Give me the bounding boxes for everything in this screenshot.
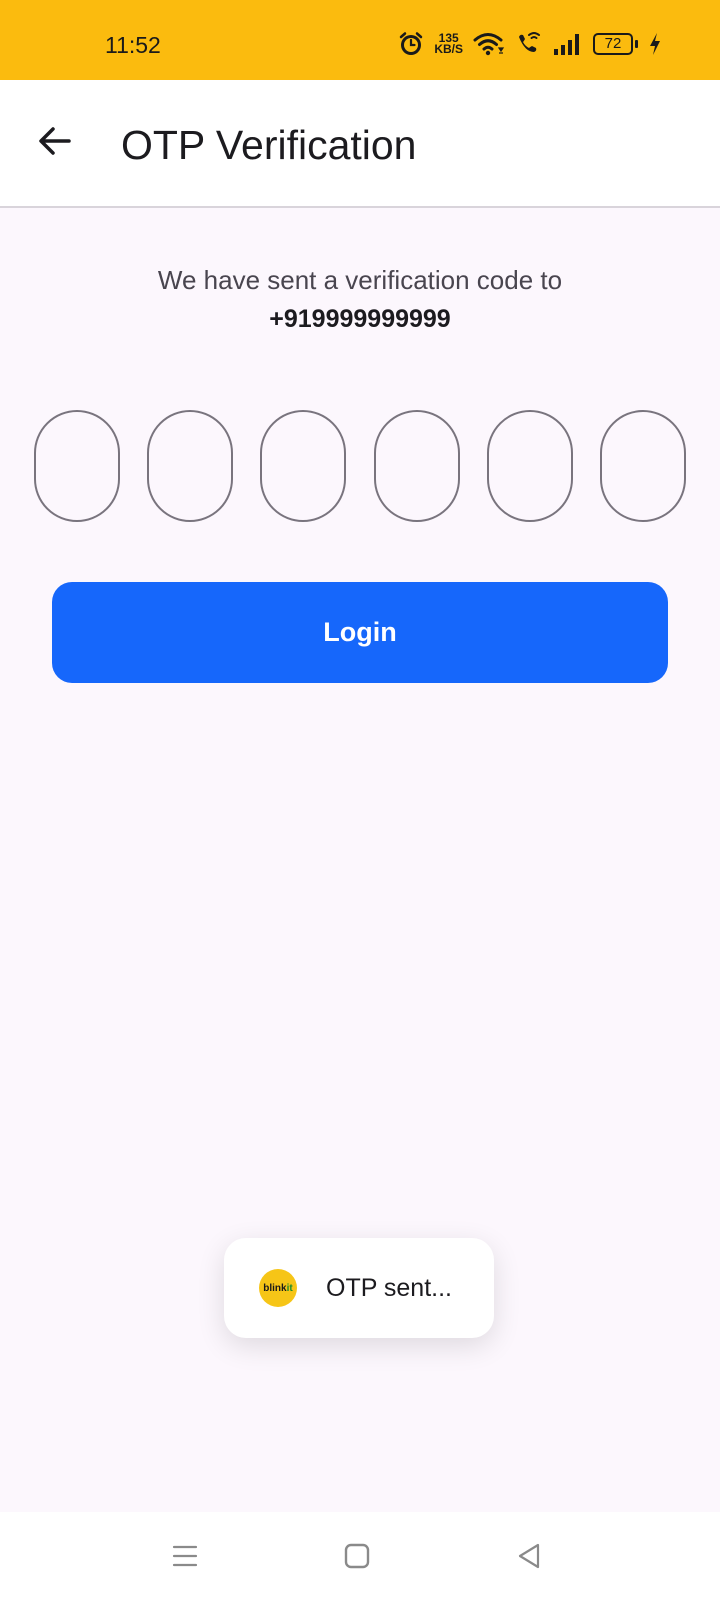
status-bar: 11:52 135 KB/S 72 — [0, 0, 720, 80]
otp-input-group — [34, 410, 686, 522]
alarm-icon — [398, 31, 424, 57]
charging-icon — [648, 32, 662, 56]
battery-level: 72 — [593, 33, 633, 55]
wifi-calling-icon — [515, 31, 543, 57]
otp-digit-4[interactable] — [373, 410, 460, 522]
wifi-icon — [473, 31, 505, 57]
otp-digit-1[interactable] — [34, 410, 120, 522]
login-button-label: Login — [323, 617, 397, 647]
otp-digit-3[interactable] — [260, 410, 347, 522]
toast-notification: blink it OTP sent... — [224, 1238, 494, 1338]
arrow-left-icon — [39, 127, 71, 155]
otp-digit-2[interactable] — [147, 410, 234, 522]
recents-button[interactable] — [163, 1534, 207, 1578]
signal-icon — [553, 32, 583, 56]
nav-back-button[interactable] — [507, 1534, 551, 1578]
login-button[interactable]: Login — [52, 582, 668, 683]
verification-message: We have sent a verification code to — [157, 265, 563, 295]
back-button[interactable] — [30, 116, 80, 166]
system-nav-bar — [0, 1512, 720, 1600]
back-icon — [518, 1543, 540, 1569]
home-button[interactable] — [335, 1534, 379, 1578]
otp-digit-5[interactable] — [486, 410, 573, 522]
home-icon — [344, 1543, 370, 1569]
status-time: 11:52 — [105, 32, 161, 58]
network-speed-unit: KB/S — [434, 42, 463, 56]
otp-digit-6[interactable] — [599, 410, 686, 522]
battery-icon: 72 — [593, 33, 638, 55]
network-speed: 135 KB/S — [434, 32, 463, 56]
blinkit-logo: blink it — [259, 1269, 297, 1307]
phone-number: +919999999999 — [269, 305, 451, 333]
recents-icon — [172, 1545, 198, 1567]
status-icons: 135 KB/S 72 — [398, 26, 662, 62]
app-bar: OTP Verification — [0, 80, 720, 208]
page-title: OTP Verification — [121, 122, 417, 168]
toast-message: OTP sent... — [326, 1273, 452, 1302]
